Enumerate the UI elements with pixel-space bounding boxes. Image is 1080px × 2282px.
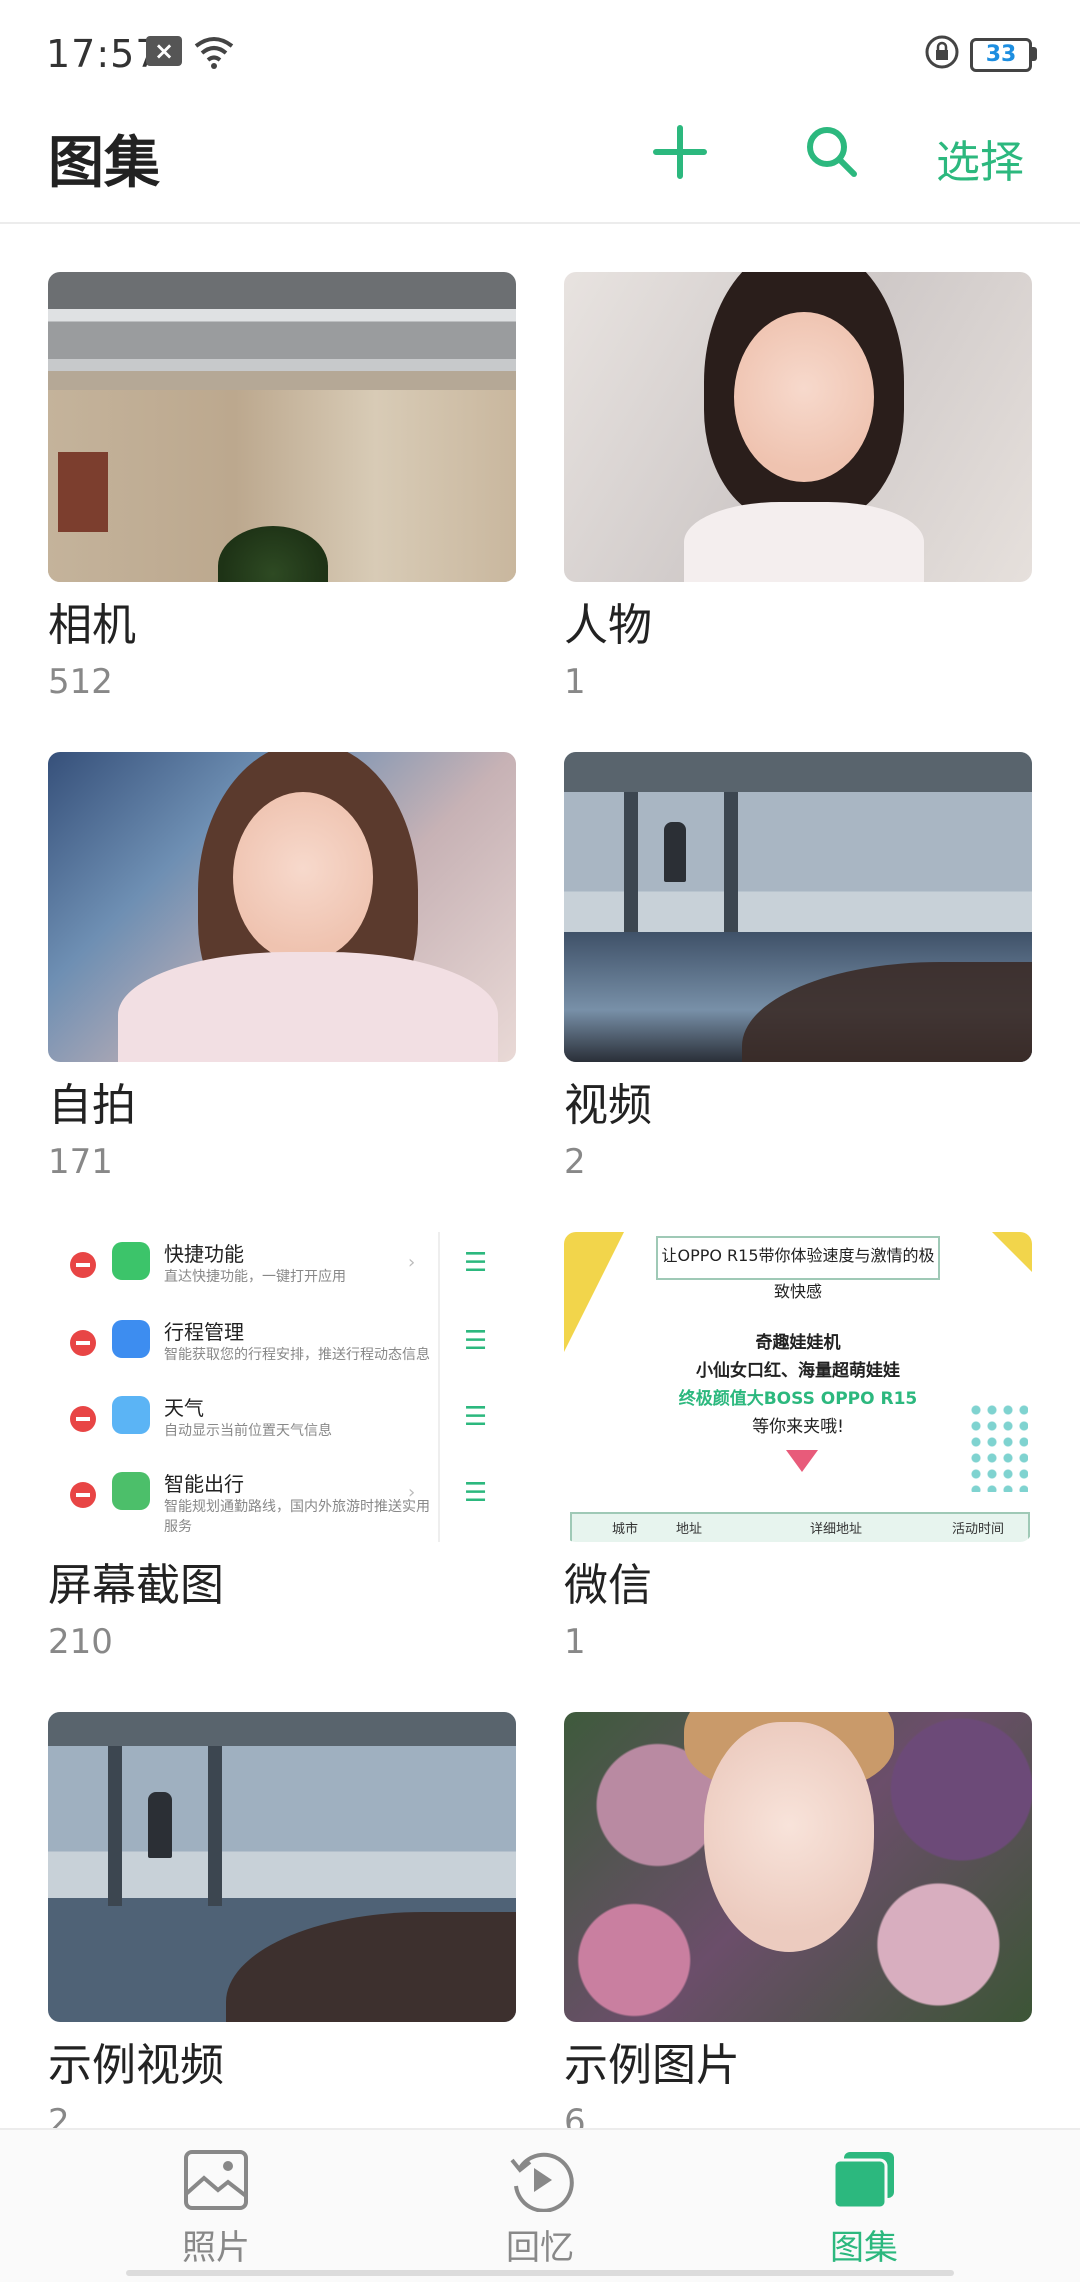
nav-photos[interactable]: 照片 [116,2148,316,2269]
wifi-icon [192,34,236,74]
battery-icon: 33 [970,38,1032,72]
album-wechat[interactable]: 让OPPO R15带你体验速度与激情的极致快感 奇趣娃娃机 小仙女口红、海量超萌… [564,1232,1032,1662]
settings-row: 快捷功能 直达快捷功能，一键打开应用 › ☰ [48,1238,516,1314]
album-screenshots[interactable]: 快捷功能 直达快捷功能，一键打开应用 › ☰ 行程管理 智能获取您的行程安排，推送… [48,1232,516,1662]
albums-icon [832,2152,894,2210]
poster-heading: 让OPPO R15带你体验速度与激情的极致快感 [656,1236,940,1301]
settings-row: 行程管理 智能获取您的行程安排，推送行程动态信息 ☰ [48,1316,516,1392]
memories-icon [510,2152,574,2213]
search-button[interactable] [800,120,864,188]
nav-albums[interactable]: 图集 [764,2148,964,2269]
album-sample-videos[interactable]: 示例视频 2 [48,1712,516,2142]
nav-label: 回忆 [506,2228,574,2268]
notification-icon: × [146,36,182,66]
album-sample-images[interactable]: 示例图片 6 [564,1712,1032,2142]
album-people[interactable]: 人物 1 [564,272,1032,702]
app-header: 图集 选择 [0,110,1080,224]
album-name: 视频 [564,1080,652,1131]
album-count: 1 [564,1622,586,1662]
nav-memories[interactable]: 回忆 [440,2148,640,2269]
poster-line: 奇趣娃娃机 [755,1333,841,1353]
arrow-down-icon [786,1450,818,1472]
album-name: 示例视频 [48,2040,224,2091]
album-thumbnail [48,1712,516,2022]
album-name: 屏幕截图 [48,1560,224,1611]
add-album-button[interactable] [648,120,712,188]
status-time: 17:57 [46,32,161,76]
battery-level: 33 [985,42,1017,67]
settings-row: 智能出行 智能规划通勤路线，国内外旅游时推送实用服务 › ☰ [48,1468,516,1542]
gesture-bar[interactable] [126,2270,954,2276]
album-count: 2 [564,1142,586,1182]
album-count: 1 [564,662,586,702]
album-thumbnail: 让OPPO R15带你体验速度与激情的极致快感 奇趣娃娃机 小仙女口红、海量超萌… [564,1232,1032,1542]
album-thumbnail [48,272,516,582]
album-count: 171 [48,1142,113,1182]
album-thumbnail [564,752,1032,1062]
poster-line: 终极颜值大BOSS OPPO R15 [678,1389,918,1409]
album-name: 示例图片 [564,2040,740,2091]
page-title: 图集 [48,131,160,196]
settings-row: 天气 自动显示当前位置天气信息 ☰ [48,1392,516,1468]
status-bar: 17:57 × 33 [0,0,1080,110]
poster-line: 小仙女口红、海量超萌娃娃 [696,1361,900,1381]
album-thumbnail [48,752,516,1062]
album-thumbnail [564,272,1032,582]
album-selfie[interactable]: 自拍 171 [48,752,516,1182]
album-thumbnail [564,1712,1032,2022]
album-camera[interactable]: 相机 512 [48,272,516,702]
album-name: 相机 [48,600,136,651]
bottom-navigation: 照片 回忆 图集 [0,2128,1080,2282]
poster-table: 城市 地址 详细地址 活动时间 [570,1512,1030,1542]
nav-label: 照片 [182,2228,250,2268]
photos-icon [184,2150,248,2210]
select-button[interactable]: 选择 [936,126,1024,190]
album-name: 微信 [564,1560,652,1611]
rotation-lock-icon [924,34,960,74]
album-name: 人物 [564,600,652,651]
album-count: 210 [48,1622,113,1662]
album-count: 512 [48,662,113,702]
nav-label: 图集 [830,2228,898,2268]
album-name: 自拍 [48,1080,136,1131]
battery-tip [1032,47,1037,61]
poster-line: 等你来夹哦! [752,1417,844,1437]
album-thumbnail: 快捷功能 直达快捷功能，一键打开应用 › ☰ 行程管理 智能获取您的行程安排，推送… [48,1232,516,1542]
album-videos[interactable]: 视频 2 [564,752,1032,1182]
